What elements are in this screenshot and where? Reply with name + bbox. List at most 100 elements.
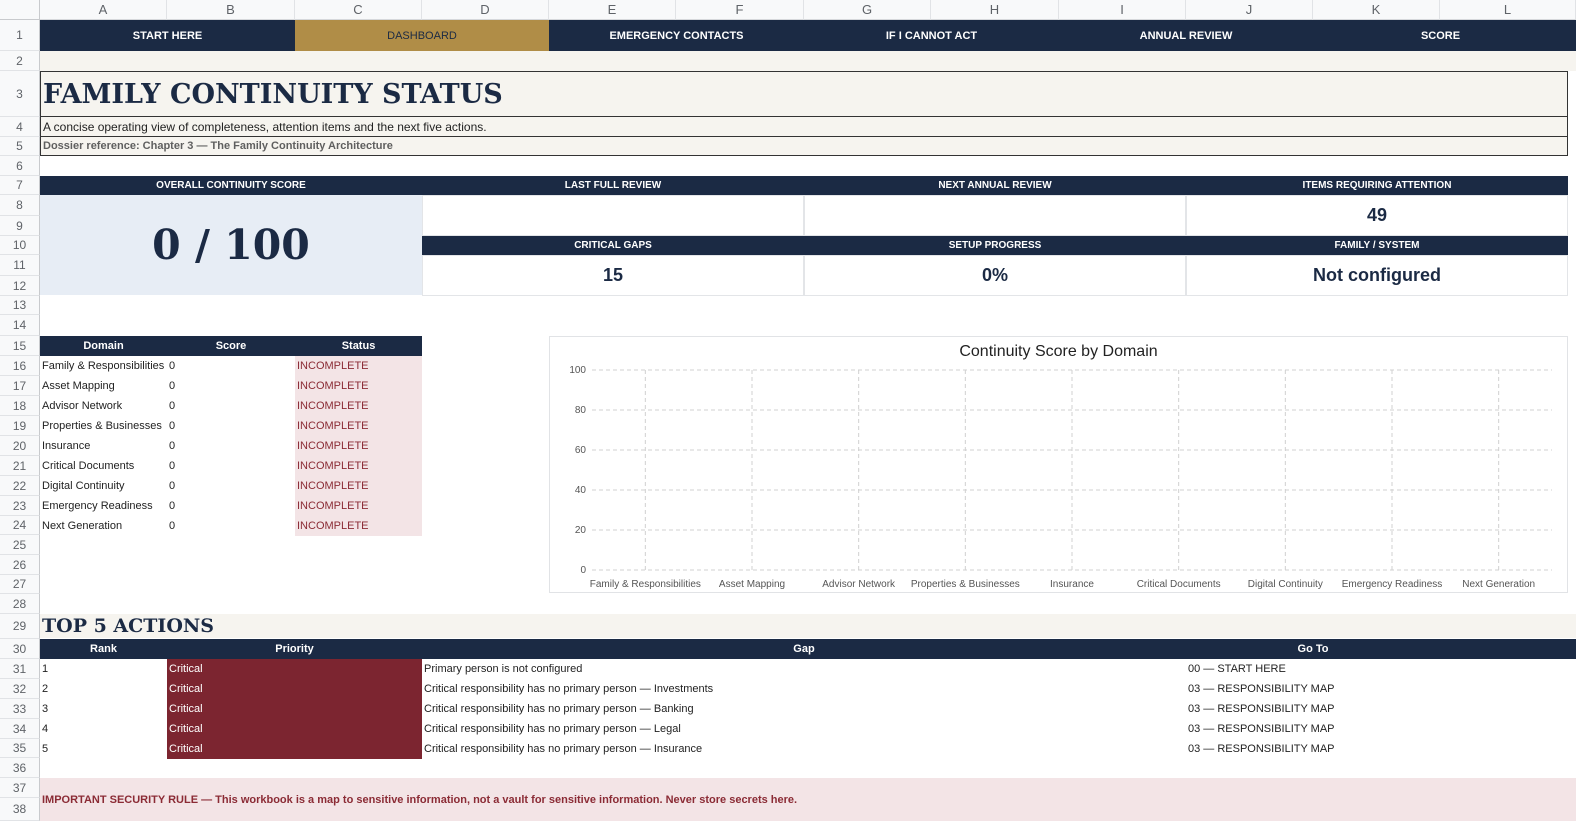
- row-header-38[interactable]: 38: [0, 798, 40, 821]
- domain-row-domain[interactable]: Digital Continuity: [40, 476, 167, 496]
- column-header-e[interactable]: E: [549, 0, 676, 20]
- action-row-priority[interactable]: Critical: [167, 699, 422, 719]
- domain-row-status[interactable]: INCOMPLETE: [295, 456, 422, 476]
- row-header-11[interactable]: 11: [0, 255, 40, 276]
- action-row-goto[interactable]: 00 — START HERE: [1186, 659, 1440, 679]
- domain-row-score[interactable]: 0: [167, 396, 295, 416]
- row-header-21[interactable]: 21: [0, 456, 40, 476]
- row-header-33[interactable]: 33: [0, 699, 40, 719]
- row-header-12[interactable]: 12: [0, 276, 40, 296]
- column-header-d[interactable]: D: [422, 0, 549, 20]
- action-row-goto[interactable]: 03 — RESPONSIBILITY MAP: [1186, 679, 1440, 699]
- column-header-i[interactable]: I: [1059, 0, 1186, 20]
- row-header-5[interactable]: 5: [0, 137, 40, 156]
- row-header-9[interactable]: 9: [0, 216, 40, 236]
- column-header-k[interactable]: K: [1313, 0, 1440, 20]
- last-review-value[interactable]: [422, 195, 804, 236]
- action-row-rank[interactable]: 4: [40, 719, 167, 739]
- row-header-13[interactable]: 13: [0, 296, 40, 315]
- row-header-2[interactable]: 2: [0, 51, 40, 71]
- action-row-goto[interactable]: 03 — RESPONSIBILITY MAP: [1186, 739, 1440, 759]
- action-row-gap[interactable]: Critical responsibility has no primary p…: [422, 739, 1186, 759]
- attention-value[interactable]: 49: [1186, 195, 1568, 236]
- domain-row-domain[interactable]: Insurance: [40, 436, 167, 456]
- next-review-value[interactable]: [804, 195, 1186, 236]
- column-header-l[interactable]: L: [1440, 0, 1576, 20]
- row-header-22[interactable]: 22: [0, 476, 40, 496]
- action-row-priority[interactable]: Critical: [167, 659, 422, 679]
- action-row-rank[interactable]: 3: [40, 699, 167, 719]
- domain-row-domain[interactable]: Advisor Network: [40, 396, 167, 416]
- domain-row-status[interactable]: INCOMPLETE: [295, 396, 422, 416]
- family-system-value[interactable]: Not configured: [1186, 255, 1568, 296]
- row-header-1[interactable]: 1: [0, 20, 40, 51]
- row-header-23[interactable]: 23: [0, 496, 40, 516]
- row-header-34[interactable]: 34: [0, 719, 40, 739]
- domain-row-score[interactable]: 0: [167, 456, 295, 476]
- domain-row-domain[interactable]: Emergency Readiness: [40, 496, 167, 516]
- row-header-10[interactable]: 10: [0, 236, 40, 255]
- row-header-29[interactable]: 29: [0, 614, 40, 639]
- nav-dashboard[interactable]: DASHBOARD: [295, 20, 549, 51]
- domain-row-score[interactable]: 0: [167, 496, 295, 516]
- nav-start-here[interactable]: START HERE: [40, 20, 295, 51]
- row-header-26[interactable]: 26: [0, 555, 40, 575]
- action-row-rank[interactable]: 2: [40, 679, 167, 699]
- nav-annual-review[interactable]: ANNUAL REVIEW: [1059, 20, 1313, 51]
- domain-row-score[interactable]: 0: [167, 356, 295, 376]
- row-header-24[interactable]: 24: [0, 516, 40, 535]
- action-row-rank[interactable]: 1: [40, 659, 167, 679]
- row-header-8[interactable]: 8: [0, 195, 40, 216]
- action-row-goto[interactable]: 03 — RESPONSIBILITY MAP: [1186, 719, 1440, 739]
- column-header-j[interactable]: J: [1186, 0, 1313, 20]
- row-header-28[interactable]: 28: [0, 594, 40, 614]
- column-header-a[interactable]: A: [40, 0, 167, 20]
- nav-emergency-contacts[interactable]: EMERGENCY CONTACTS: [549, 20, 804, 51]
- domain-row-domain[interactable]: Critical Documents: [40, 456, 167, 476]
- row-header-4[interactable]: 4: [0, 117, 40, 137]
- row-header-20[interactable]: 20: [0, 436, 40, 456]
- column-header-f[interactable]: F: [676, 0, 804, 20]
- domain-row-score[interactable]: 0: [167, 376, 295, 396]
- action-row-rank[interactable]: 5: [40, 739, 167, 759]
- column-header-h[interactable]: H: [931, 0, 1059, 20]
- chart-container[interactable]: Continuity Score by Domain 0 20 40 60 80 100 F…: [549, 336, 1568, 593]
- domain-row-status[interactable]: INCOMPLETE: [295, 476, 422, 496]
- domain-row-status[interactable]: INCOMPLETE: [295, 436, 422, 456]
- nav-if-i-cannot-act[interactable]: IF I CANNOT ACT: [804, 20, 1059, 51]
- row-header-36[interactable]: 36: [0, 758, 40, 778]
- domain-row-score[interactable]: 0: [167, 476, 295, 496]
- action-row-priority[interactable]: Critical: [167, 719, 422, 739]
- domain-row-score[interactable]: 0: [167, 516, 295, 536]
- row-header-30[interactable]: 30: [0, 639, 40, 659]
- row-header-32[interactable]: 32: [0, 679, 40, 699]
- row-header-27[interactable]: 27: [0, 575, 40, 594]
- critical-gaps-value[interactable]: 15: [422, 255, 804, 296]
- row-header-16[interactable]: 16: [0, 356, 40, 376]
- row-header-19[interactable]: 19: [0, 416, 40, 436]
- domain-row-domain[interactable]: Next Generation: [40, 516, 167, 536]
- row-header-35[interactable]: 35: [0, 739, 40, 758]
- domain-row-status[interactable]: INCOMPLETE: [295, 356, 422, 376]
- row-header-3[interactable]: 3: [0, 71, 40, 117]
- nav-score[interactable]: SCORE: [1313, 20, 1568, 51]
- select-all-corner[interactable]: [0, 0, 40, 20]
- row-header-15[interactable]: 15: [0, 336, 40, 356]
- action-row-priority[interactable]: Critical: [167, 679, 422, 699]
- row-header-25[interactable]: 25: [0, 535, 40, 555]
- column-header-c[interactable]: C: [295, 0, 422, 20]
- overall-score-value[interactable]: 0 / 100: [40, 195, 422, 295]
- row-header-7[interactable]: 7: [0, 176, 40, 195]
- row-header-6[interactable]: 6: [0, 156, 40, 176]
- row-header-37[interactable]: 37: [0, 778, 40, 798]
- domain-row-status[interactable]: INCOMPLETE: [295, 416, 422, 436]
- action-row-gap[interactable]: Critical responsibility has no primary p…: [422, 699, 1186, 719]
- column-header-g[interactable]: G: [804, 0, 931, 20]
- setup-progress-value[interactable]: 0%: [804, 255, 1186, 296]
- domain-row-score[interactable]: 0: [167, 436, 295, 456]
- action-row-gap[interactable]: Critical responsibility has no primary p…: [422, 679, 1186, 699]
- action-row-gap[interactable]: Primary person is not configured: [422, 659, 1186, 679]
- row-header-14[interactable]: 14: [0, 315, 40, 336]
- domain-row-domain[interactable]: Properties & Businesses: [40, 416, 167, 436]
- row-header-17[interactable]: 17: [0, 376, 40, 396]
